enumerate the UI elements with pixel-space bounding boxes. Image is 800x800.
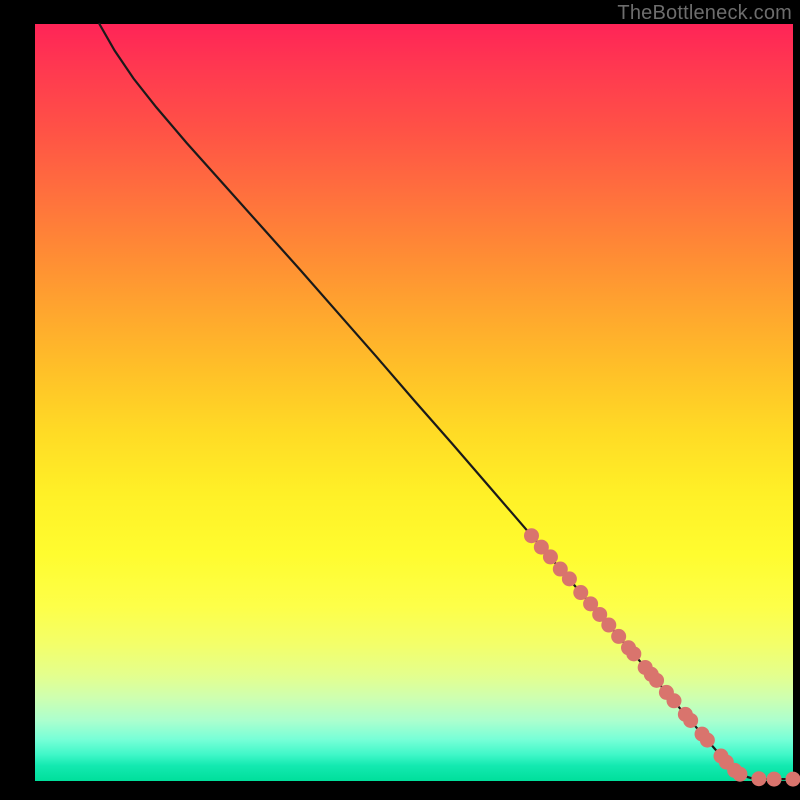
- data-marker: [700, 733, 715, 748]
- data-marker: [732, 767, 747, 782]
- data-marker: [543, 549, 558, 564]
- data-marker: [683, 713, 698, 728]
- bottleneck-curve: [99, 24, 793, 779]
- data-marker: [562, 571, 577, 586]
- data-marker: [786, 772, 800, 787]
- data-marker: [666, 693, 681, 708]
- data-marker: [601, 618, 616, 633]
- plot-area: [35, 24, 793, 781]
- data-marker: [611, 629, 626, 644]
- data-marker: [751, 771, 766, 786]
- marker-group: [524, 528, 800, 786]
- chart-stage: TheBottleneck.com: [0, 0, 800, 800]
- data-marker: [573, 585, 588, 600]
- chart-svg: [35, 24, 793, 781]
- data-marker: [524, 528, 539, 543]
- watermark-text: TheBottleneck.com: [617, 2, 792, 25]
- data-marker: [649, 673, 664, 688]
- data-marker: [767, 772, 782, 787]
- data-marker: [626, 646, 641, 661]
